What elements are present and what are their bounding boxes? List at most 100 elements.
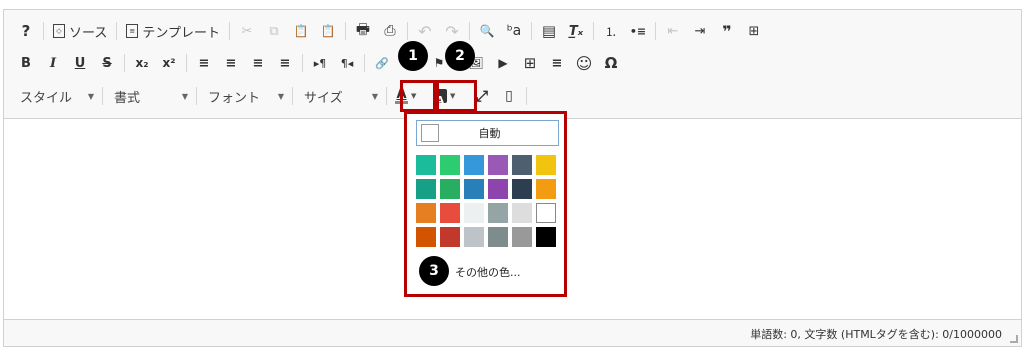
numbered-list-icon[interactable]: ⒈ (599, 19, 623, 43)
horizontal-rule-icon[interactable]: ≡ (545, 51, 569, 75)
align-center-icon[interactable]: ≡ (219, 51, 243, 75)
color-swatch[interactable] (416, 155, 436, 175)
toolbar-separator (116, 22, 118, 40)
help-button[interactable]: ? (14, 19, 38, 43)
badge-1: 1 (398, 41, 428, 71)
format-block-icon[interactable]: ▤ (537, 19, 561, 43)
print-icon[interactable]: 🖶 (351, 19, 375, 43)
color-swatch[interactable] (416, 179, 436, 199)
smiley-icon[interactable]: ☺ (572, 51, 596, 75)
template-button[interactable]: ≡ テンプレート (122, 19, 224, 43)
toolbar-separator (592, 22, 594, 40)
background-color-highlight (436, 80, 477, 112)
justify-icon[interactable]: ≡ (273, 51, 297, 75)
strike-icon: S (102, 55, 112, 71)
toolbar-separator (364, 54, 365, 72)
copy-icon[interactable]: ⧉ (262, 19, 286, 43)
toolbar-separator (344, 22, 346, 40)
color-swatch[interactable] (512, 179, 532, 199)
color-swatch[interactable] (536, 227, 556, 247)
color-swatch[interactable] (512, 155, 532, 175)
div-container-icon[interactable]: ⊞ (742, 19, 766, 43)
underline-button[interactable]: U (68, 51, 92, 75)
color-swatch[interactable] (416, 227, 436, 247)
color-swatch[interactable] (536, 203, 556, 223)
color-swatch[interactable] (440, 179, 460, 199)
color-swatch[interactable] (536, 155, 556, 175)
color-swatch[interactable] (512, 203, 532, 223)
color-swatch[interactable] (488, 203, 508, 223)
italic-icon: I (49, 55, 57, 71)
toolbar-row-1: ? ◇ ソース ≡ テンプレート ✂ ⧉ 📋 📋 🖶 ⎙ ↶ ↷ 🔍 ᵇa ▤ … (14, 18, 769, 44)
show-blocks-icon[interactable]: ▯ (497, 84, 521, 108)
color-swatch[interactable] (488, 155, 508, 175)
ltr-icon[interactable]: ▸¶ (308, 51, 332, 75)
format-combo-label: 書式 (114, 90, 141, 106)
align-left-icon[interactable]: ≡ (192, 51, 216, 75)
paste-text-icon[interactable]: 📋 (316, 19, 340, 43)
paste-icon[interactable]: 📋 (289, 19, 313, 43)
color-picker-panel: 自動 3 その他の色... (404, 111, 567, 297)
resize-handle-icon[interactable] (1010, 335, 1018, 343)
find-icon[interactable]: 🔍 (475, 19, 499, 43)
rtl-icon[interactable]: ¶◂ (335, 51, 359, 75)
special-char-icon[interactable]: Ω (599, 51, 623, 75)
preview-icon[interactable]: ⎙ (378, 19, 402, 43)
toolbar-separator (530, 22, 532, 40)
color-swatch[interactable] (440, 227, 460, 247)
badge-2: 2 (445, 41, 475, 71)
chevron-down-icon: ▼ (181, 91, 188, 101)
color-swatch[interactable] (464, 227, 484, 247)
align-right-icon[interactable]: ≡ (246, 51, 270, 75)
size-combo-label: サイズ (304, 90, 343, 106)
color-swatch[interactable] (464, 179, 484, 199)
auto-color-button[interactable]: 自動 (416, 120, 559, 146)
color-swatch[interactable] (488, 227, 508, 247)
template-icon: ≡ (126, 24, 139, 38)
bullet-list-icon[interactable]: •≡ (626, 19, 650, 43)
replace-icon[interactable]: ᵇa (502, 19, 526, 43)
indent-icon[interactable]: ⇥ (688, 19, 712, 43)
cut-icon[interactable]: ✂ (235, 19, 259, 43)
source-button[interactable]: ◇ ソース (49, 19, 111, 43)
undo-icon[interactable]: ↶ (413, 19, 437, 43)
toolbar-separator (102, 87, 103, 105)
bold-icon: B (21, 55, 31, 71)
media-icon[interactable]: ▶ (491, 51, 515, 75)
toolbar-separator (43, 22, 44, 40)
color-grid (416, 155, 556, 247)
style-combo[interactable]: スタイル ▼ (14, 85, 100, 107)
subscript-icon[interactable]: x₂ (130, 51, 154, 75)
status-bar: 単語数: 0, 文字数 (HTMLタグを含む): 0/1000000 (4, 319, 1021, 346)
chevron-down-icon: ▼ (371, 91, 378, 101)
size-combo[interactable]: サイズ ▼ (298, 85, 384, 107)
color-swatch[interactable] (488, 179, 508, 199)
strike-button[interactable]: S (95, 51, 119, 75)
color-swatch[interactable] (512, 227, 532, 247)
link-icon[interactable]: 🔗 (370, 51, 394, 75)
bold-button[interactable]: B (14, 51, 38, 75)
outdent-icon[interactable]: ⇤ (661, 19, 685, 43)
italic-button[interactable]: I (41, 51, 65, 75)
font-combo[interactable]: フォント ▼ (202, 85, 290, 107)
color-swatch[interactable] (440, 155, 460, 175)
toolbar-separator (406, 22, 408, 40)
color-swatch[interactable] (416, 203, 436, 223)
superscript-icon[interactable]: x² (157, 51, 181, 75)
color-swatch[interactable] (440, 203, 460, 223)
remove-format-icon[interactable]: T̲ₓ (564, 19, 588, 43)
blockquote-icon[interactable]: ❞ (715, 19, 739, 43)
redo-icon[interactable]: ↷ (440, 19, 464, 43)
chevron-down-icon: ▼ (87, 91, 94, 101)
toolbar-separator (228, 22, 230, 40)
toolbar-separator (186, 54, 187, 72)
table-icon[interactable]: ⊞ (518, 51, 542, 75)
template-label: テンプレート (142, 25, 220, 41)
more-colors-link[interactable]: その他の色... (455, 264, 521, 280)
auto-color-label: 自動 (478, 127, 501, 140)
color-swatch[interactable] (536, 179, 556, 199)
underline-icon: U (74, 55, 86, 71)
color-swatch[interactable] (464, 155, 484, 175)
format-combo[interactable]: 書式 ▼ (108, 85, 194, 107)
color-swatch[interactable] (464, 203, 484, 223)
